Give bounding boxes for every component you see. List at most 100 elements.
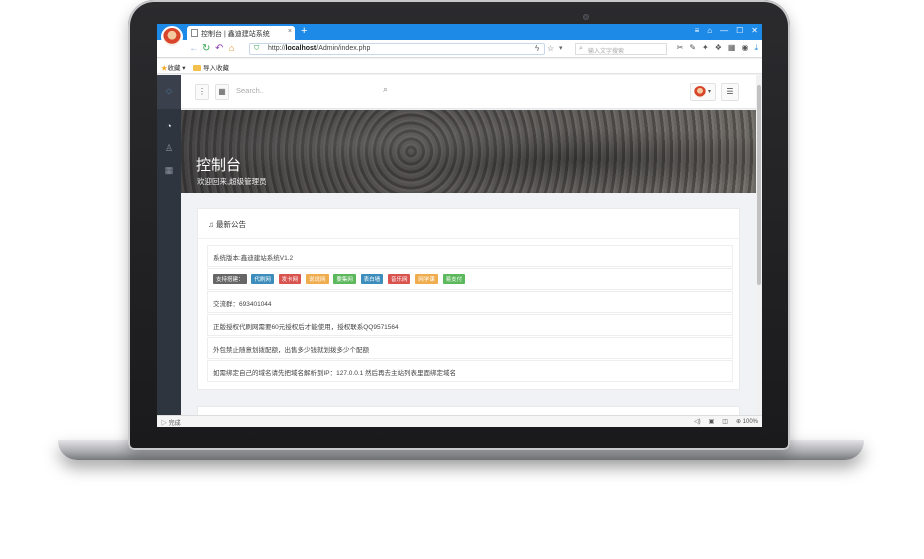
zoom-level[interactable]: ⊕ 100% — [736, 418, 758, 425]
page-icon — [191, 29, 198, 37]
url-prefix: http:// — [268, 45, 286, 52]
browser-search-input[interactable]: ⌕ 输入文字搜索 — [575, 43, 667, 55]
home-icon[interactable]: ⌂ — [229, 43, 234, 54]
tag-badge: 发卡网 — [278, 274, 302, 284]
laptop-mockup: 控制台 | 鑫迪建站系统 × + ≡ ⌂ — ☐ ✕ ← ↻ ↶ ⌂ ⛉ htt… — [0, 0, 924, 559]
tab-close-icon[interactable]: × — [288, 28, 292, 35]
tag-badge: 说说网 — [305, 274, 329, 284]
address-toolbar: ← ↻ ↶ ⌂ ⛉ http://localhost/Admin/index.p… — [157, 40, 762, 58]
maximize-button[interactable]: ☐ — [736, 26, 743, 35]
more-vertical-button[interactable]: ⋮ — [195, 84, 209, 100]
mute-icon[interactable]: ◫ — [722, 418, 728, 425]
grid-icon: ▦ — [164, 165, 174, 175]
admin-search-input[interactable]: Search.. — [236, 86, 264, 95]
tag-badge: 易支付 — [442, 274, 466, 284]
list-item: 系统版本:鑫迪建站系统V1.2 — [207, 245, 733, 267]
skin-icon[interactable]: ⌂ — [707, 26, 712, 35]
scrollbar-thumb[interactable] — [757, 85, 761, 285]
screen: 控制台 | 鑫迪建站系统 × + ≡ ⌂ — ☐ ✕ ← ↻ ↶ ⌂ ⛉ htt… — [157, 24, 762, 427]
support-label: 支持搭建： — [213, 274, 247, 284]
dns-text: 如需绑定自己的域名请先把域名解析到IP：127.0.0.1 然后再去主站列表里面… — [213, 370, 457, 377]
favorites-label: 收藏 — [167, 65, 181, 72]
list-item: 外包禁止随意划拨配额，出售多少钱就划拨多少个配额 — [207, 337, 733, 359]
lock-icon[interactable]: ▣ — [709, 418, 715, 425]
gift-icon[interactable]: ❖ — [715, 43, 722, 53]
list-item: 支持搭建： 代刷网 发卡网 说说网 要集网 表白墙 音乐网 网学课 易支付 — [207, 268, 733, 290]
logo-icon[interactable]: ◌ — [157, 75, 181, 109]
sidebar-item-dashboard[interactable]: ◔ — [157, 121, 181, 131]
zoom-value: 100% — [742, 419, 758, 425]
bookmark-import[interactable]: 导入收藏 — [193, 62, 229, 72]
ban-text: 外包禁止随意划拨配额，出售多少钱就划拨多少个配额 — [213, 347, 369, 354]
back-icon[interactable]: ← — [189, 43, 199, 54]
download-icon[interactable]: ⤓ — [754, 43, 758, 53]
page-title: 控制台 — [196, 157, 242, 174]
hero-banner: 控制台 欢迎回来,超级管理员 — [181, 110, 756, 193]
admin-sidebar: ◌ ◔ ♙ ▦ — [157, 75, 181, 415]
search-icon[interactable]: ⌕ — [383, 84, 388, 95]
notice-card: ♫ 最新公告 系统版本:鑫迪建站系统V1.2 支持搭建： 代刷网 发卡网 说说网 … — [197, 208, 741, 390]
sidebar-item-apps[interactable]: ▦ — [157, 165, 181, 176]
sidebar-item-users[interactable]: ♙ — [157, 143, 181, 154]
auth-text: 正版授权代刷网需要60元授权后才能使用，授权联系QQ9571564 — [213, 324, 399, 331]
admin-topbar: ⋮ ▦ Search.. ⌕ ▾ ☰ — [181, 75, 756, 109]
undo-icon[interactable]: ↶ — [215, 43, 223, 54]
notice-header: ♫ 最新公告 — [198, 209, 741, 239]
url-input[interactable]: ⛉ http://localhost/Admin/index.php — [249, 43, 545, 55]
list-item: 正版授权代刷网需要60元授权后才能使用，授权联系QQ9571564 — [207, 314, 733, 336]
pin-icon[interactable]: ✎ — [689, 43, 696, 53]
tag-badge: 要集网 — [333, 274, 356, 284]
browser-user-avatar[interactable] — [161, 26, 183, 48]
chevron-down-icon: ▾ — [708, 89, 712, 95]
version-text: 系统版本:鑫迪建站系统V1.2 — [213, 255, 294, 262]
close-window-button[interactable]: ✕ — [751, 26, 758, 35]
gauge-icon: ◔ — [166, 121, 172, 131]
minimize-button[interactable]: — — [720, 26, 728, 35]
avatar — [694, 86, 706, 98]
menu-icon[interactable]: ≡ — [695, 26, 700, 35]
browser-tab[interactable]: 控制台 | 鑫迪建站系统 × — [187, 26, 295, 40]
bookmark-star-icon[interactable]: ☆ — [547, 43, 554, 54]
apps-grid-button[interactable]: ▦ — [215, 84, 229, 100]
bookmarks-bar: ★收藏 ▾ 导入收藏 — [157, 59, 762, 74]
page-scrollbar[interactable] — [756, 75, 762, 415]
grid-icon[interactable]: ▦ — [728, 43, 736, 53]
search-placeholder: 输入文字搜索 — [588, 49, 625, 55]
status-label: 完成 — [168, 421, 181, 427]
tag-badge: 网学课 — [415, 274, 438, 284]
tag-badge: 音乐网 — [387, 274, 411, 284]
status-text: ▷ 完成 — [161, 421, 181, 427]
lightning-icon[interactable]: ϟ — [535, 43, 539, 54]
browser-tab-bar: 控制台 | 鑫迪建站系统 × + ≡ ⌂ — ☐ ✕ — [157, 24, 762, 40]
group-text: 交流群：693401044 — [213, 301, 272, 308]
notice-heading: 最新公告 — [216, 220, 246, 229]
browser-status-bar: ▷ 完成 ◁) ▣ ◫ ⊕ 100% — [157, 415, 762, 427]
url-path: /Admin/index.php — [316, 45, 371, 52]
status-tools: ◁) ▣ ◫ ⊕ 100% — [694, 418, 758, 425]
refresh-icon[interactable]: ↻ — [202, 43, 210, 54]
search-icon: ⌕ — [579, 45, 583, 52]
coin-icon[interactable]: ◉ — [741, 43, 748, 53]
bell-icon: ♫ — [208, 220, 214, 229]
bookmark-favorites[interactable]: ★收藏 ▾ — [161, 62, 186, 72]
folder-icon — [193, 65, 201, 71]
import-label: 导入收藏 — [203, 65, 229, 72]
list-item: 如需绑定自己的域名请先把域名解析到IP：127.0.0.1 然后再去主站列表里面… — [207, 360, 733, 382]
new-tab-button[interactable]: + — [301, 25, 307, 37]
window-controls: ≡ ⌂ — ☐ ✕ — [695, 26, 758, 35]
list-item: 交流群：693401044 — [207, 291, 733, 313]
tag-badge: 代刷网 — [251, 274, 274, 284]
speaker-icon[interactable]: ◁) — [694, 418, 701, 425]
webcam-icon — [583, 14, 589, 20]
user-menu-button[interactable]: ▾ — [690, 83, 716, 101]
url-host: localhost — [285, 45, 317, 52]
extension-icon[interactable]: ✦ — [702, 43, 709, 53]
dropdown-icon[interactable]: ▾ — [559, 43, 563, 54]
tag-badge: 表白墙 — [360, 274, 384, 284]
sidebar-toggle-button[interactable]: ☰ — [721, 83, 739, 101]
user-icon: ♙ — [164, 143, 174, 153]
page-subtitle: 欢迎回来,超级管理员 — [197, 177, 267, 186]
browser-tools: ✂ ✎ ✦ ❖ ▦ ◉ ⤓ — [677, 43, 758, 53]
cut-icon[interactable]: ✂ — [677, 43, 684, 53]
secure-icon: ⛉ — [254, 45, 260, 52]
